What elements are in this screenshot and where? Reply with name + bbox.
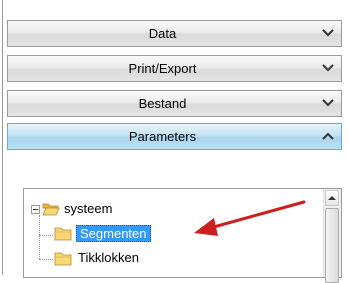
section-header-bestand[interactable]: Bestand [7,90,342,117]
tree-connector [39,259,53,260]
section-header-label: Data [148,26,177,41]
tree-connector [39,215,40,259]
panel-left-border [2,0,3,275]
folder-icon [54,227,72,241]
tree-item-label: Segmenten [76,225,151,242]
collapse-toggle[interactable] [31,205,40,214]
section-header-parameters[interactable]: Parameters [7,123,342,150]
scroll-up-button[interactable] [325,190,339,206]
arrow-up-icon [328,196,336,200]
chevron-down-icon [322,99,334,107]
section-header-print-export[interactable]: Print/Export [7,55,342,82]
tree-item-label: Tikklokken [78,250,139,265]
section-header-label: Bestand [138,96,187,111]
accordion-panel: Data Print/Export Bestand Parameters sys… [0,0,349,283]
tree-connector [39,235,53,236]
section-header-label: Print/Export [128,61,197,76]
annotation-arrow-icon [194,200,306,236]
chevron-down-icon [322,64,334,72]
open-folder-icon [42,203,60,216]
chevron-down-icon [322,29,334,37]
section-header-data[interactable]: Data [7,20,342,47]
chevron-up-icon [322,132,334,140]
tree-scrollbar[interactable] [323,189,341,283]
section-header-label: Parameters [128,129,197,144]
tree-item-label: systeem [64,201,113,216]
scroll-thumb[interactable] [325,208,339,283]
folder-icon [54,252,72,266]
